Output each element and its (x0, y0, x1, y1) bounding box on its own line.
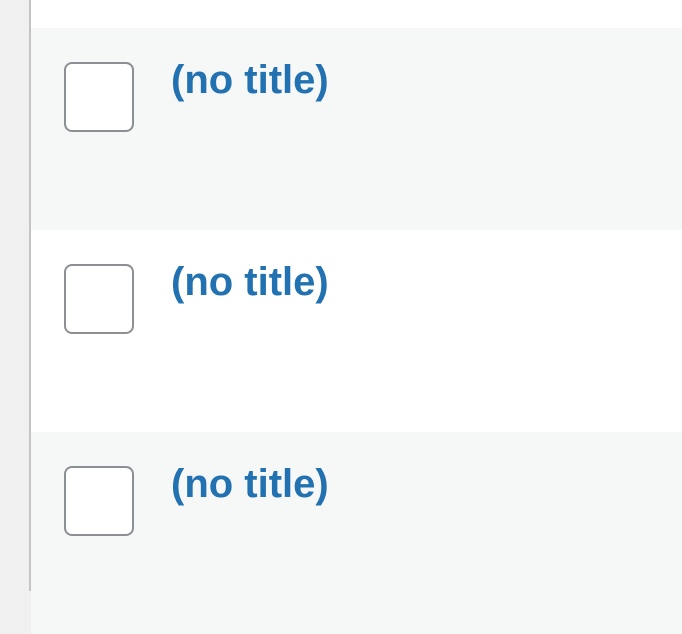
table-row: (no title) (31, 230, 682, 432)
row-select-checkbox[interactable] (64, 264, 134, 334)
table-row: (no title) (31, 28, 682, 230)
post-title-link[interactable]: (no title) (171, 258, 329, 306)
post-title-link[interactable]: (no title) (171, 56, 329, 104)
post-title-link[interactable]: (no title) (171, 460, 329, 508)
table-row: (no title) (31, 432, 682, 634)
previous-row-remainder (31, 0, 682, 28)
row-select-checkbox[interactable] (64, 62, 134, 132)
admin-sidebar-edge (0, 0, 29, 591)
posts-list-table: (no title) (no title) (no title) (29, 0, 682, 634)
row-select-checkbox[interactable] (64, 466, 134, 536)
